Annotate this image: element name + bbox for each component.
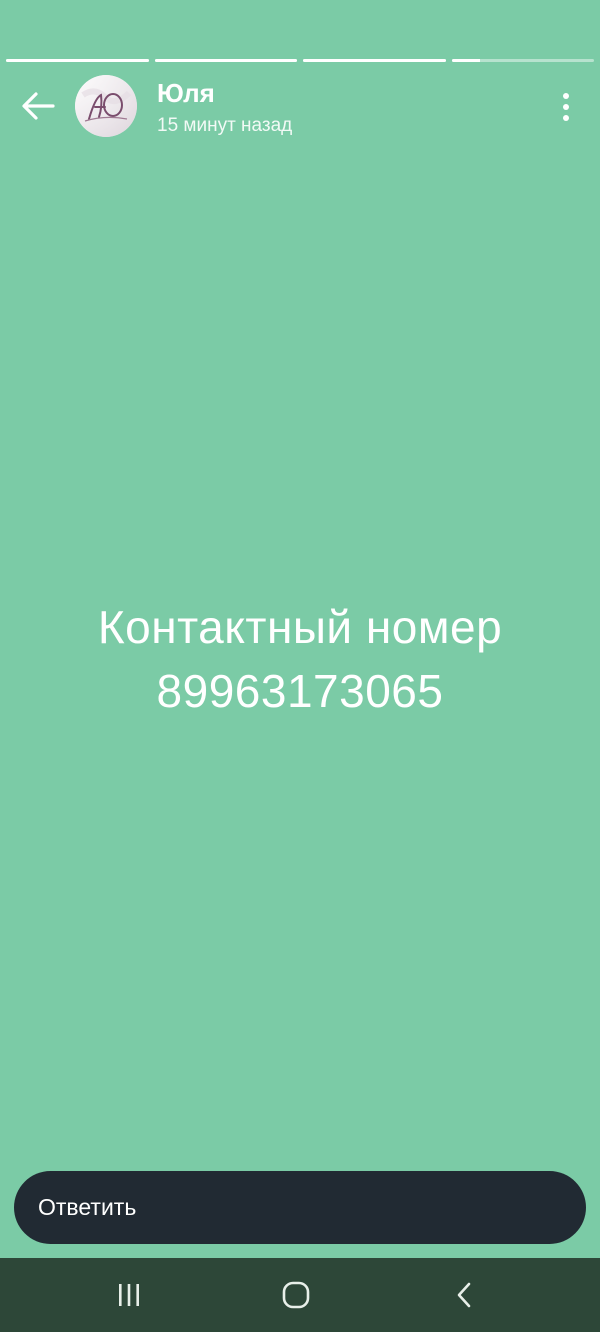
more-vertical-icon: [563, 93, 569, 99]
system-navigation-bar: [0, 1258, 600, 1332]
home-icon: [282, 1281, 310, 1309]
progress-fill: [451, 59, 480, 62]
progress-segment: [303, 59, 446, 62]
progress-segment: [451, 59, 594, 62]
author-name[interactable]: Юля: [157, 78, 215, 109]
story-text-line: Контактный номер: [97, 601, 503, 653]
more-vertical-icon: [563, 104, 569, 110]
reply-input[interactable]: Ответить: [14, 1171, 586, 1244]
story-content: Контактный номер 89963173065: [0, 595, 600, 723]
recent-apps-icon: [119, 1284, 139, 1306]
progress-fill: [6, 59, 149, 62]
progress-fill: [154, 59, 297, 62]
arrow-left-icon: [22, 92, 55, 120]
story-phone-number: 89963173065: [156, 665, 444, 717]
reply-placeholder: Ответить: [38, 1194, 137, 1220]
story-viewer: Юля 15 минут назад Контактный номер 8996…: [0, 0, 600, 1332]
progress-segment: [6, 59, 149, 62]
more-options-button[interactable]: [548, 86, 584, 128]
avatar-monogram-image: [75, 75, 137, 137]
more-vertical-icon: [563, 115, 569, 121]
chevron-left-icon: [457, 1282, 471, 1308]
post-time: 15 минут назад: [157, 115, 293, 136]
progress-fill: [303, 59, 446, 62]
back-button[interactable]: [16, 84, 60, 128]
avatar[interactable]: [75, 75, 137, 137]
progress-segment: [154, 59, 297, 62]
system-back-button[interactable]: [434, 1272, 494, 1318]
story-progress: [6, 59, 594, 63]
recent-apps-button[interactable]: [99, 1272, 159, 1318]
home-button[interactable]: [266, 1272, 326, 1318]
